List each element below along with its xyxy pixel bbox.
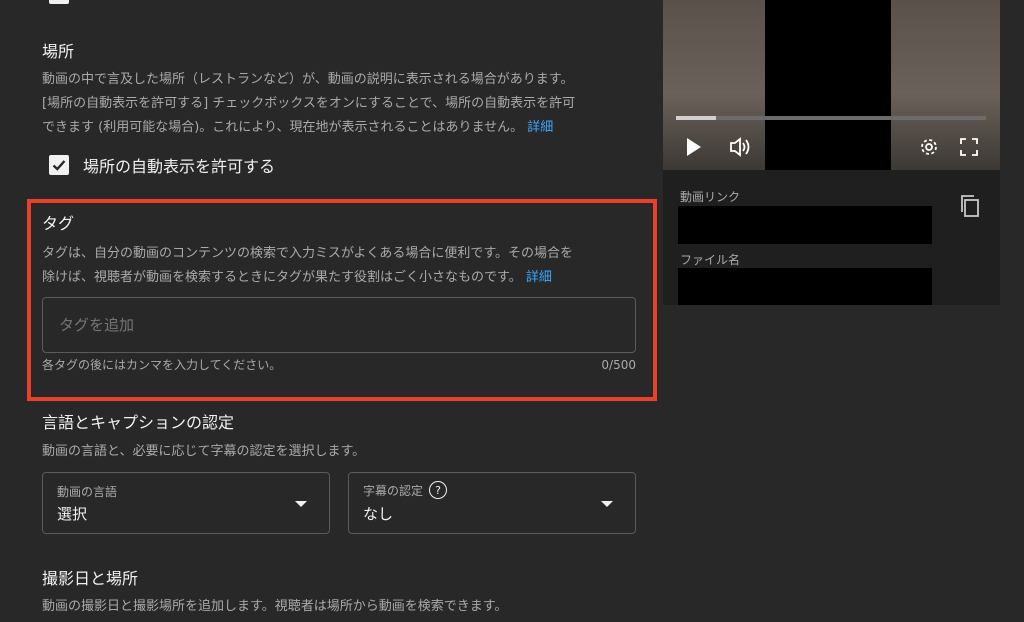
caption-cert-label: 字幕の認定 bbox=[363, 483, 424, 498]
location-desc-line3: できます (利用可能な場合)。これにより、現在地が表示されることはありません。 bbox=[42, 120, 524, 135]
tags-description: タグは、自分の動画のコンテンツの検索で入力ミスがよくある場合に便利です。その場合… bbox=[42, 242, 642, 290]
chevron-down-icon bbox=[601, 501, 613, 507]
language-title: 言語とキャプションの認定 bbox=[42, 413, 235, 432]
video-language-select[interactable]: 動画の言語 選択 bbox=[42, 472, 330, 534]
video-link-label: 動画リンク bbox=[680, 190, 741, 204]
video-details-panel: 動画リンク ファイル名 bbox=[663, 170, 1000, 305]
location-checkbox-row[interactable]: 場所の自動表示を許可する bbox=[49, 153, 275, 177]
help-icon[interactable]: ? bbox=[429, 481, 448, 499]
checkmark-icon bbox=[52, 160, 66, 171]
tags-title: タグ bbox=[42, 214, 75, 233]
location-learn-more-link[interactable]: 詳細 bbox=[527, 120, 553, 135]
file-name-label: ファイル名 bbox=[680, 253, 741, 267]
tags-learn-more-link[interactable]: 詳細 bbox=[526, 270, 552, 285]
tags-counter: 0/500 bbox=[601, 358, 636, 372]
video-language-value: 選択 bbox=[57, 505, 88, 523]
location-desc-line1: 動画の中で言及した場所（レストランなど）が、動画の説明に表示される場合があります… bbox=[42, 72, 574, 87]
tags-help-text: 各タグの後にはカンマを入力してください。 bbox=[42, 358, 282, 372]
location-desc-line2: [場所の自動表示を許可する] チェックボックスをオンにすることで、場所の自動表示… bbox=[42, 96, 576, 111]
gear-icon[interactable] bbox=[919, 137, 939, 157]
recording-description: 動画の撮影日と撮影場所を追加します。視聴者は場所から動画を検索できます。 bbox=[42, 599, 508, 614]
location-checkbox-label: 場所の自動表示を許可する bbox=[83, 157, 276, 176]
recording-title: 撮影日と場所 bbox=[42, 569, 139, 588]
video-language-label: 動画の言語 bbox=[57, 485, 118, 499]
location-description: 動画の中で言及した場所（レストランなど）が、動画の説明に表示される場合があります… bbox=[42, 68, 642, 140]
progress-fill bbox=[676, 116, 717, 120]
video-preview[interactable] bbox=[663, 0, 1000, 170]
fullscreen-icon[interactable] bbox=[959, 137, 979, 157]
language-description: 動画の言語と、必要に応じて字幕の認定を選択します。 bbox=[42, 444, 366, 459]
caption-cert-label-row: 字幕の認定 ? bbox=[363, 481, 448, 499]
tags-desc-line2: 除けば、視聴者が動画を検索するときにタグが果たす役割はごく小さなものです。 bbox=[42, 270, 522, 285]
partial-checkbox[interactable] bbox=[49, 0, 69, 4]
tags-input[interactable] bbox=[57, 315, 621, 335]
chevron-down-icon bbox=[295, 501, 307, 507]
progress-track[interactable] bbox=[676, 116, 986, 120]
tags-input-box[interactable] bbox=[42, 297, 636, 353]
caption-cert-select[interactable]: 字幕の認定 ? なし bbox=[348, 472, 636, 534]
volume-icon[interactable] bbox=[729, 136, 753, 158]
caption-cert-value: なし bbox=[363, 505, 394, 523]
redacted-video-link[interactable] bbox=[678, 206, 932, 244]
play-icon[interactable] bbox=[685, 137, 703, 157]
copy-icon[interactable] bbox=[959, 194, 981, 218]
location-checkbox[interactable] bbox=[49, 155, 69, 175]
location-title: 場所 bbox=[42, 42, 75, 61]
redacted-file-name bbox=[678, 268, 932, 305]
tags-desc-line1: タグは、自分の動画のコンテンツの検索で入力ミスがよくある場合に便利です。その場合… bbox=[42, 246, 574, 261]
redacted-video-area bbox=[765, 0, 891, 170]
